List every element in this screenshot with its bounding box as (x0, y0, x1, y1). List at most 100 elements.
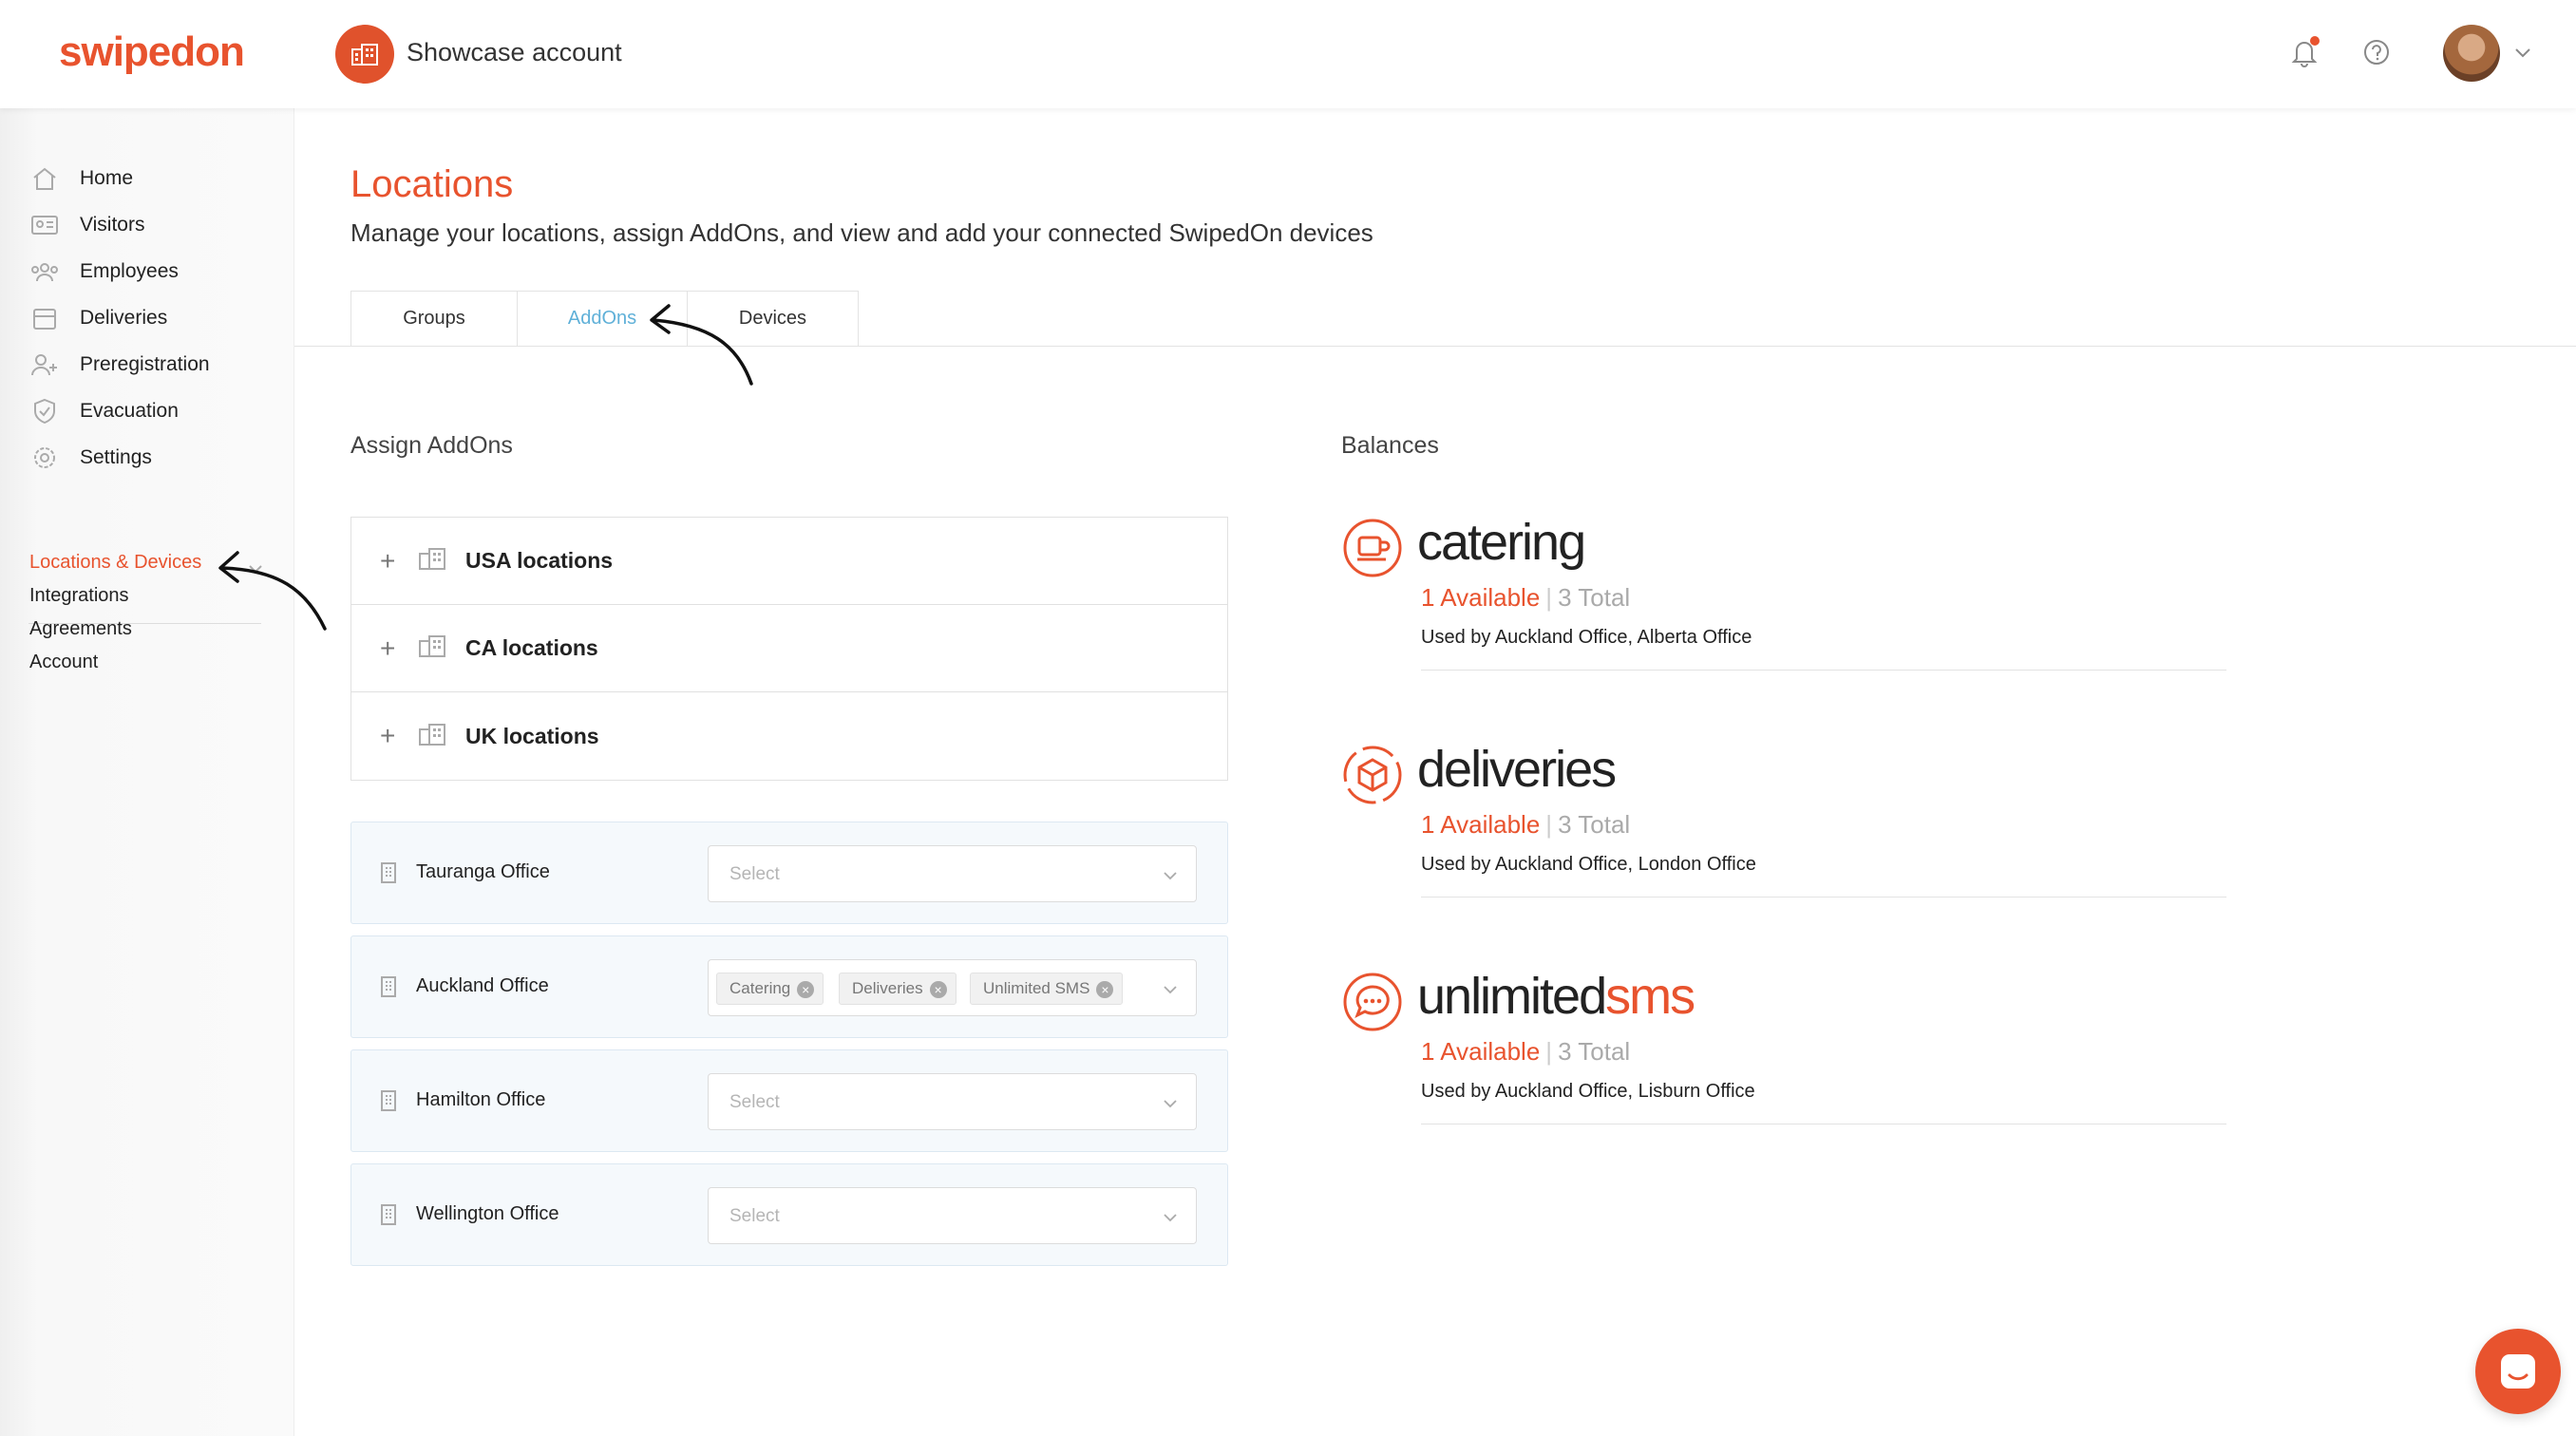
help-icon[interactable] (2363, 39, 2390, 70)
office-name: Wellington Office (416, 1203, 559, 1224)
sidebar-item-label: Settings (80, 446, 152, 468)
available-count: 1 Available (1421, 810, 1541, 839)
chip-label: Catering (729, 979, 791, 997)
office-building-icon (380, 861, 397, 889)
sidebar-item-home[interactable]: Home (28, 160, 133, 198)
used-by: Used by Auckland Office, Lisburn Office (1421, 1081, 1755, 1102)
addon-chip-unlimited-sms: Unlimited SMS × (970, 973, 1124, 1005)
availability: 1 Available | 3 Total (1421, 1037, 1630, 1067)
sidebar-item-employees[interactable]: Employees (28, 253, 179, 291)
expand-plus-icon[interactable]: + (380, 546, 418, 576)
total-count: 3 Total (1558, 583, 1631, 612)
remove-chip-icon[interactable]: × (1096, 981, 1114, 998)
addon-name: catering (1417, 513, 1586, 572)
sidebar-item-evacuation[interactable]: Evacuation (28, 392, 179, 430)
group-name: USA locations (465, 548, 614, 573)
total-count: 3 Total (1558, 1037, 1631, 1066)
building-icon (418, 722, 465, 751)
available-count: 1 Available (1421, 583, 1541, 612)
chevron-down-icon[interactable] (1162, 983, 1179, 1000)
used-by: Used by Auckland Office, Alberta Office (1421, 627, 1752, 648)
chat-icon (2501, 1354, 2535, 1389)
sidebar-sub-integrations[interactable]: Integrations (29, 585, 129, 607)
annotation-arrow-icon (650, 304, 753, 386)
visitors-icon (28, 212, 61, 238)
office-building-icon (380, 975, 397, 1003)
group-name: CA locations (465, 635, 598, 660)
expand-plus-icon[interactable]: + (380, 721, 418, 751)
tab-groups[interactable]: Groups (350, 291, 518, 346)
addon-select[interactable]: Select (708, 1187, 1197, 1244)
availability-separator: | (1545, 1037, 1553, 1066)
sidebar-item-visitors[interactable]: Visitors (28, 206, 144, 244)
building-icon (418, 546, 465, 576)
main-content: Locations Manage your locations, assign … (294, 108, 2576, 1436)
sidebar-sub-account[interactable]: Account (29, 652, 98, 673)
group-name: UK locations (465, 723, 599, 748)
page-subtitle: Manage your locations, assign AddOns, an… (350, 218, 1373, 247)
addon-name-accent: sms (1605, 968, 1695, 1025)
building-icon (418, 633, 465, 663)
swipedon-logo[interactable]: swipedon (59, 28, 245, 76)
total-count: 3 Total (1558, 810, 1631, 839)
sidebar-item-settings[interactable]: Settings (28, 439, 152, 477)
account-name[interactable]: Showcase account (407, 38, 622, 67)
sms-icon (1341, 971, 1404, 1038)
notification-dot (2310, 36, 2320, 46)
tab-divider (294, 346, 2576, 347)
addon-select[interactable]: Select (708, 1073, 1197, 1130)
group-row-ca[interactable]: + CA locations (351, 605, 1227, 692)
chevron-down-icon[interactable] (2513, 46, 2532, 64)
deliveries-addon-icon (1341, 744, 1404, 811)
employees-icon (28, 258, 61, 285)
sidebar-item-label: Deliveries (80, 307, 168, 329)
sidebar-item-label: Visitors (80, 214, 145, 236)
user-avatar[interactable] (2443, 25, 2500, 82)
account-building-icon[interactable] (335, 25, 394, 84)
expand-plus-icon[interactable]: + (380, 633, 418, 664)
deliveries-icon (28, 305, 61, 331)
chip-label: Unlimited SMS (983, 979, 1090, 997)
sidebar-item-label: Employees (80, 260, 179, 282)
availability: 1 Available | 3 Total (1421, 810, 1630, 840)
addon-name: unlimitedsms (1417, 967, 1695, 1026)
sidebar-sub-locations-devices[interactable]: Locations & Devices (29, 552, 201, 574)
office-building-icon (380, 1203, 397, 1231)
balances-heading: Balances (1341, 432, 1439, 459)
addon-select[interactable]: Catering × Deliveries × Unlimited SMS × (708, 959, 1197, 1016)
page-title: Locations (350, 163, 514, 205)
select-placeholder: Select (729, 864, 780, 884)
select-placeholder: Select (729, 1206, 780, 1226)
sidebar-item-deliveries[interactable]: Deliveries (28, 299, 167, 337)
office-row: Hamilton Office Select (350, 1049, 1228, 1152)
group-row-uk[interactable]: + UK locations (351, 692, 1227, 780)
office-name: Hamilton Office (416, 1089, 546, 1110)
balance-divider (1421, 670, 2226, 671)
availability-separator: | (1545, 583, 1553, 612)
chevron-down-icon[interactable] (1162, 869, 1179, 886)
sidebar-sub-agreements[interactable]: Agreements (29, 618, 132, 640)
remove-chip-icon[interactable]: × (929, 981, 947, 998)
chip-label: Deliveries (852, 979, 923, 997)
chevron-down-icon[interactable] (1162, 1097, 1179, 1114)
office-row: Tauranga Office Select (350, 822, 1228, 924)
addon-chip-deliveries: Deliveries × (839, 973, 957, 1005)
used-by: Used by Auckland Office, London Office (1421, 854, 1756, 875)
chevron-down-icon[interactable] (1162, 1211, 1179, 1228)
sidebar-item-preregistration[interactable]: Preregistration (28, 346, 210, 384)
availability-separator: | (1545, 810, 1553, 839)
select-placeholder: Select (729, 1092, 780, 1112)
chat-launcher-button[interactable] (2475, 1329, 2561, 1414)
available-count: 1 Available (1421, 1037, 1541, 1066)
sidebar-item-label: Home (80, 167, 134, 189)
availability: 1 Available | 3 Total (1421, 583, 1630, 613)
addon-select[interactable]: Select (708, 845, 1197, 902)
remove-chip-icon[interactable]: × (797, 981, 815, 998)
office-row: Wellington Office Select (350, 1163, 1228, 1266)
office-row: Auckland Office Catering × Deliveries × Un… (350, 935, 1228, 1038)
home-icon (28, 165, 61, 192)
tab-bar: Groups AddOns Devices (350, 291, 859, 346)
addon-chip-catering: Catering × (716, 973, 824, 1005)
top-bar: swipedon Showcase account (0, 0, 2576, 108)
group-row-usa[interactable]: + USA locations (351, 518, 1227, 605)
